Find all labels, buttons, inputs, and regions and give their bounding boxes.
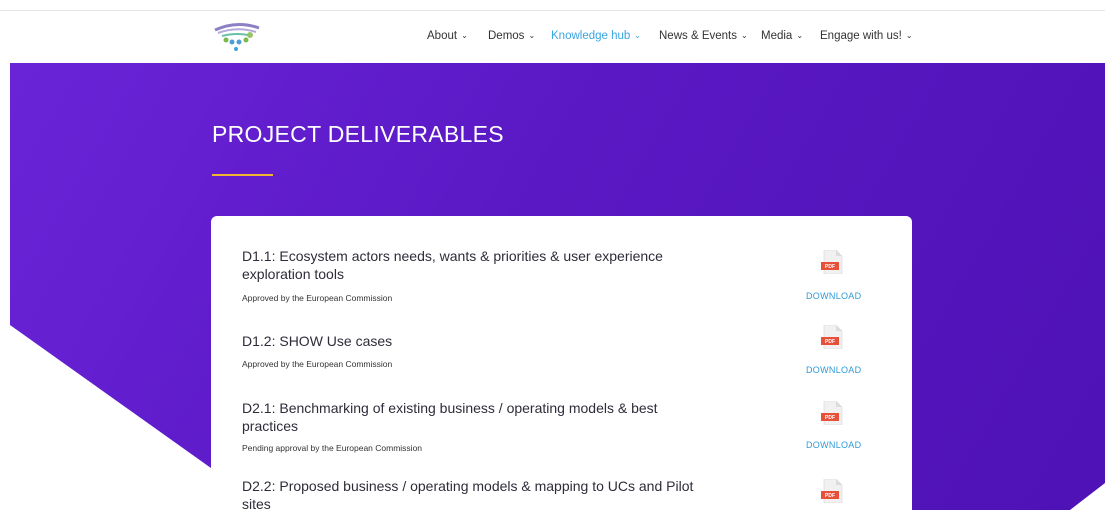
chevron-down-icon: ⌄ bbox=[796, 31, 804, 40]
nav-item-engage[interactable]: Engage with us! ⌄ bbox=[820, 30, 913, 42]
nav-item-media[interactable]: Media ⌄ bbox=[761, 30, 803, 42]
deliverable-title: D1.1: Ecosystem actors needs, wants & pr… bbox=[242, 248, 663, 282]
nav-item-label: Demos bbox=[488, 30, 525, 42]
pdf-icon[interactable]: PDF bbox=[821, 478, 843, 504]
svg-text:PDF: PDF bbox=[825, 339, 835, 345]
nav-item-knowledge-hub[interactable]: Knowledge hub ⌄ bbox=[551, 30, 641, 42]
nav-item-label: Engage with us! bbox=[820, 30, 902, 42]
deliverable-title: D2.2: Proposed business / operating mode… bbox=[242, 478, 694, 510]
page-title: PROJECT DELIVERABLES bbox=[212, 121, 504, 147]
chevron-down-icon: ⌄ bbox=[905, 31, 913, 40]
chevron-down-icon: ⌄ bbox=[461, 31, 468, 40]
pdf-icon[interactable]: PDF bbox=[821, 249, 843, 275]
svg-text:PDF: PDF bbox=[825, 415, 835, 421]
deliverable-title: D2.1: Benchmarking of existing business … bbox=[242, 400, 658, 434]
main-nav: About ⌄ Demos ⌄ Knowledge hub ⌄ News & Even… bbox=[0, 11, 1105, 63]
download-link[interactable]: DOWNLOAD bbox=[806, 440, 861, 450]
download-link[interactable]: DOWNLOAD bbox=[806, 291, 861, 301]
nav-item-label: About bbox=[427, 30, 458, 42]
nav-item-label: News & Events bbox=[659, 30, 737, 42]
nav-item-label: Knowledge hub bbox=[551, 30, 631, 42]
nav-item-about[interactable]: About ⌄ bbox=[427, 30, 468, 42]
title-underline bbox=[212, 174, 273, 176]
nav-item-news-events[interactable]: News & Events ⌄ bbox=[659, 30, 748, 42]
svg-text:PDF: PDF bbox=[825, 264, 835, 270]
chevron-down-icon: ⌄ bbox=[740, 31, 748, 40]
download-link[interactable]: DOWNLOAD bbox=[806, 365, 861, 375]
deliverable-status: Approved by the European Commission bbox=[242, 293, 393, 303]
pdf-icon[interactable]: PDF bbox=[821, 400, 843, 426]
deliverable-title: D1.2: SHOW Use cases bbox=[242, 333, 393, 349]
svg-text:PDF: PDF bbox=[825, 493, 835, 499]
nav-item-demos[interactable]: Demos ⌄ bbox=[488, 30, 535, 42]
pdf-icon[interactable]: PDF bbox=[821, 324, 843, 350]
site-header: About ⌄ Demos ⌄ Knowledge hub ⌄ News & Even… bbox=[0, 11, 1105, 63]
deliverable-status: Pending approval by the European Commiss… bbox=[242, 443, 423, 453]
deliverables-card: D1.1: Ecosystem actors needs, wants & pr… bbox=[211, 216, 912, 510]
deliverable-status: Approved by the European Commission bbox=[242, 359, 393, 369]
nav-item-label: Media bbox=[761, 30, 793, 42]
chevron-down-icon: ⌄ bbox=[528, 31, 536, 40]
chevron-down-icon: ⌄ bbox=[634, 31, 641, 40]
